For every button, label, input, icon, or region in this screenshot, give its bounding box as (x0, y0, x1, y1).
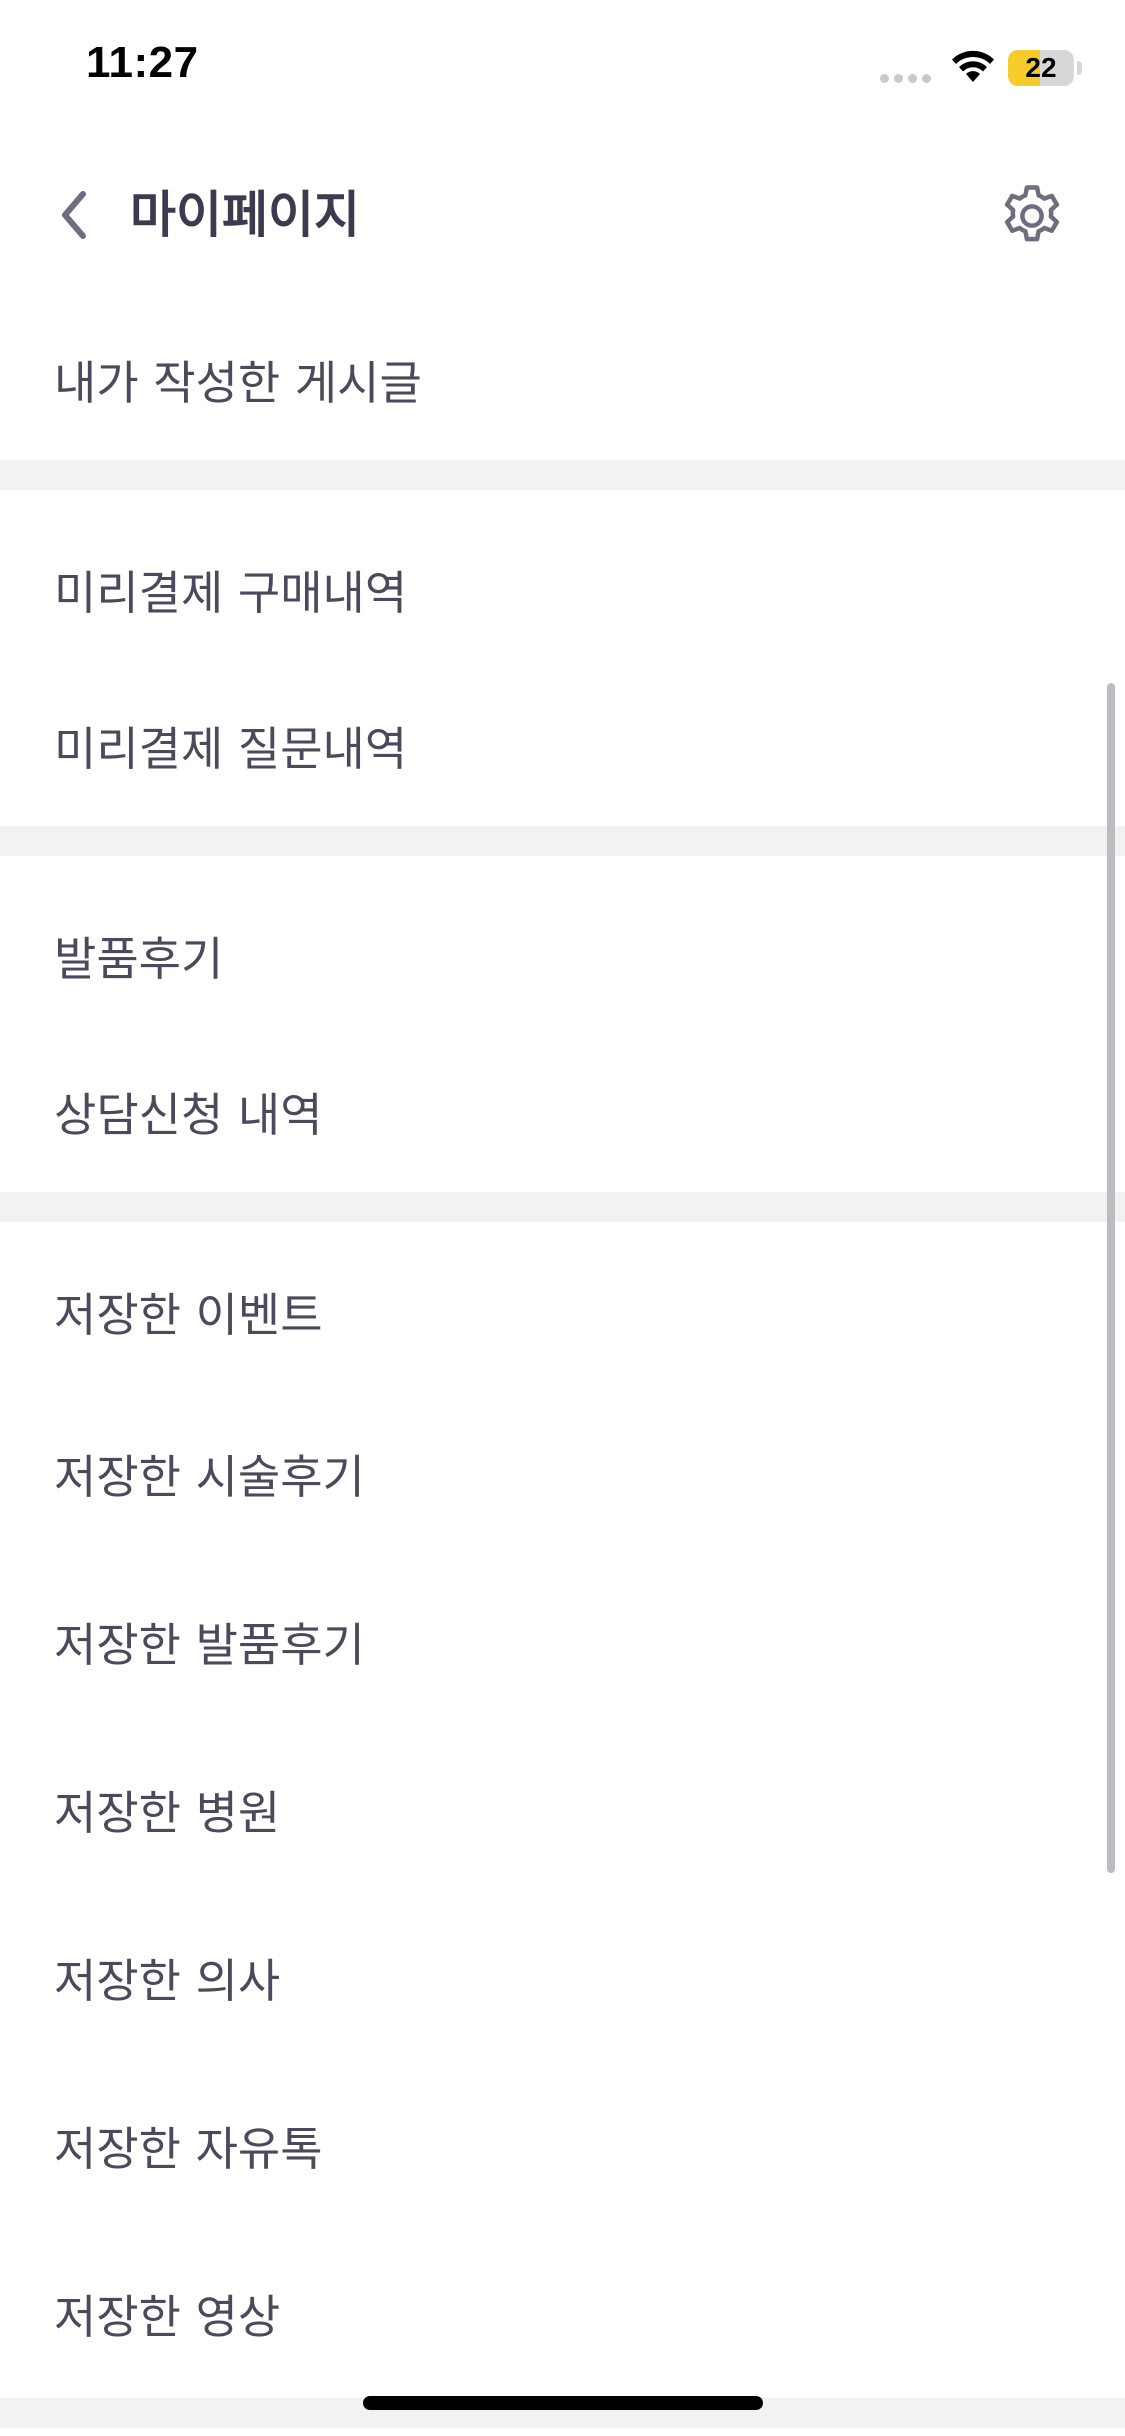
menu-item-balpum-reviews[interactable]: 발품후기 (0, 856, 1125, 1042)
battery-icon: 22 (1008, 50, 1074, 86)
gear-icon (1004, 185, 1060, 242)
battery-nub (1077, 61, 1082, 75)
menu-group-prepay: 미리결제 구매내역 미리결제 질문내역 (0, 490, 1125, 826)
cellular-signal-icon (880, 74, 931, 83)
menu-item-saved-doctors[interactable]: 저장한 의사 (0, 1894, 1125, 2062)
menu-item-saved-free-talk[interactable]: 저장한 자유톡 (0, 2062, 1125, 2230)
menu-group-posts: 내가 작성한 게시글 (0, 300, 1125, 460)
status-time: 11:27 (86, 38, 199, 87)
status-bar: 11:27 22 (0, 0, 1125, 132)
section-divider (0, 460, 1125, 490)
chevron-left-icon (62, 191, 86, 239)
menu-group-reviews: 발품후기 상담신청 내역 (0, 856, 1125, 1192)
menu-item-consultation-history[interactable]: 상담신청 내역 (0, 1042, 1125, 1192)
menu-item-my-posts[interactable]: 내가 작성한 게시글 (0, 300, 1125, 460)
wifi-icon (952, 50, 994, 82)
menu-item-saved-procedure-reviews[interactable]: 저장한 시술후기 (0, 1390, 1125, 1558)
header: 마이페이지 (0, 150, 1125, 280)
my-page-screen: 11:27 22 마이페이지 내가 작성한 게시글 미리결제 구매내역 미리결제… (0, 0, 1125, 2436)
home-indicator[interactable] (363, 2396, 763, 2410)
battery-level: 22 (1025, 52, 1057, 83)
section-divider (0, 1192, 1125, 1222)
scrollbar[interactable] (1107, 683, 1115, 1873)
page-title: 마이페이지 (130, 186, 360, 244)
menu-item-prepay-purchases[interactable]: 미리결제 구매내역 (0, 490, 1125, 676)
menu-item-saved-events[interactable]: 저장한 이벤트 (0, 1222, 1125, 1390)
back-button[interactable] (40, 178, 110, 252)
menu-item-saved-hospitals[interactable]: 저장한 병원 (0, 1726, 1125, 1894)
menu-list: 내가 작성한 게시글 미리결제 구매내역 미리결제 질문내역 발품후기 상담신청… (0, 300, 1125, 2428)
menu-group-saved: 저장한 이벤트 저장한 시술후기 저장한 발품후기 저장한 병원 저장한 의사 … (0, 1222, 1125, 2398)
menu-item-prepay-questions[interactable]: 미리결제 질문내역 (0, 676, 1125, 826)
menu-item-saved-videos[interactable]: 저장한 영상 (0, 2230, 1125, 2398)
settings-button[interactable] (990, 174, 1074, 258)
section-divider (0, 826, 1125, 856)
menu-item-saved-balpum-reviews[interactable]: 저장한 발품후기 (0, 1558, 1125, 1726)
